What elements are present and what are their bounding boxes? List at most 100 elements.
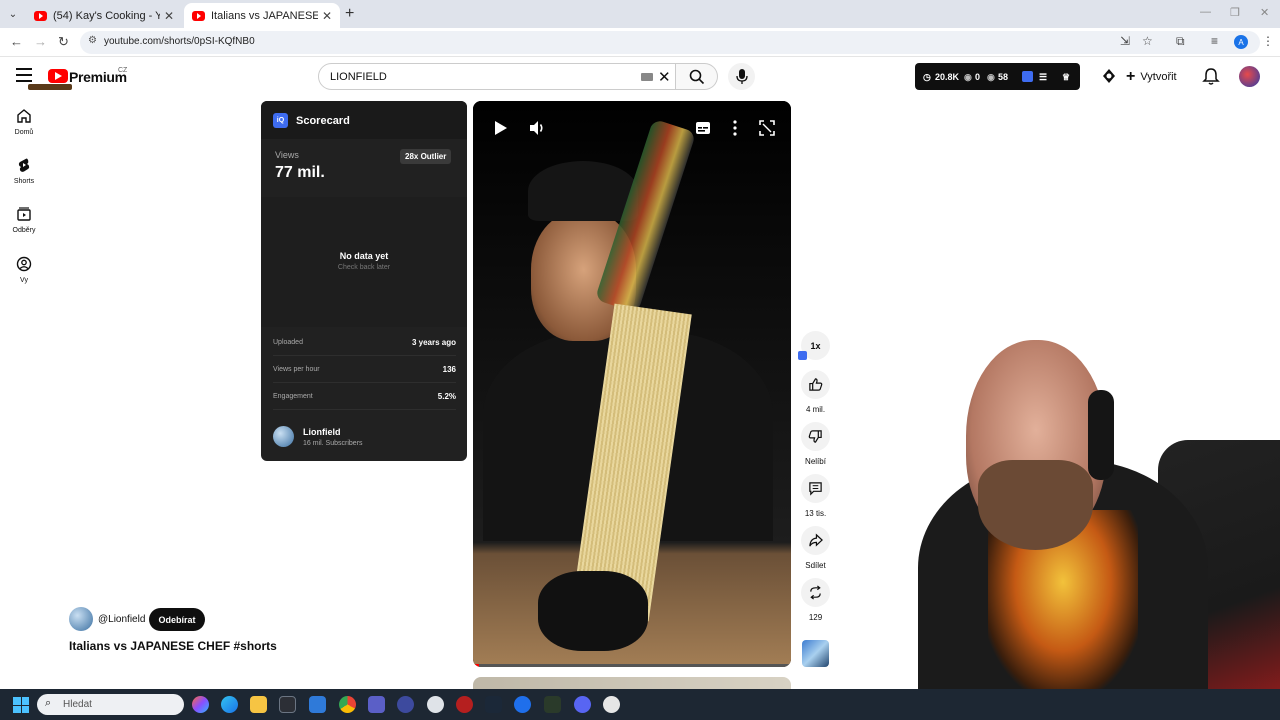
plus-icon: +: [1126, 67, 1136, 85]
youtube-favicon-icon: [34, 10, 47, 21]
browser-menu-icon[interactable]: ⋮: [1262, 34, 1274, 48]
create-button[interactable]: + Vytvořit: [1126, 66, 1177, 87]
voice-search-button[interactable]: [728, 63, 755, 90]
youtube-logo-icon[interactable]: [48, 69, 68, 83]
reload-icon[interactable]: ↻: [58, 34, 69, 50]
remix-button[interactable]: [801, 578, 830, 607]
app-icon[interactable]: [514, 696, 531, 713]
teams-icon[interactable]: [368, 696, 385, 713]
store-icon[interactable]: [279, 696, 296, 713]
subscribe-button[interactable]: Odebírat: [149, 608, 205, 631]
tab-search-icon[interactable]: ⌄: [4, 5, 22, 23]
home-icon: [17, 109, 31, 123]
obs-icon[interactable]: [603, 696, 620, 713]
channel-avatar[interactable]: [69, 607, 93, 631]
taskbar-search-field[interactable]: ⌕ Hledat: [37, 694, 184, 715]
webcam-detail: [1088, 390, 1114, 480]
search-input[interactable]: LIONFIELD ✕: [318, 63, 676, 90]
maximize-icon[interactable]: ❐: [1230, 6, 1240, 19]
tab-close-icon[interactable]: ✕: [322, 9, 332, 23]
volume-icon[interactable]: [528, 119, 546, 137]
site-info-icon[interactable]: ⚙: [88, 35, 97, 46]
scorecard-header: iQ Scorecard: [261, 101, 467, 139]
browser-tab-strip: ⌄ (54) Kay's Cooking - YouTube ✕ Italian…: [0, 0, 1280, 28]
app-icon[interactable]: [397, 696, 414, 713]
windows-start-icon[interactable]: [13, 697, 29, 713]
channel-avatar[interactable]: [273, 426, 294, 447]
captions-icon[interactable]: [694, 119, 712, 137]
clear-search-icon[interactable]: ✕: [658, 68, 671, 86]
like-button[interactable]: [801, 370, 830, 399]
extensions-icon[interactable]: ⧉: [1176, 34, 1185, 49]
new-tab-icon[interactable]: +: [345, 5, 354, 23]
remix-icon: [810, 585, 821, 600]
outlier-badge: 28x Outlier: [400, 149, 452, 164]
extension-puzzle-icon[interactable]: [1099, 66, 1119, 86]
nav-shorts[interactable]: Shorts: [6, 157, 42, 185]
install-app-icon[interactable]: ⇲: [1120, 34, 1130, 48]
video-frame-detail: [528, 161, 638, 221]
channel-name[interactable]: Lionfield: [303, 427, 341, 437]
nav-subscriptions[interactable]: Odběry: [6, 206, 42, 234]
url-field[interactable]: ⚙ youtube.com/shorts/0pSI-KQfNB0: [80, 31, 1260, 54]
next-short-preview[interactable]: [473, 677, 791, 689]
short-title: Italians vs JAPANESE CHEF #shorts: [69, 639, 277, 653]
hamburger-menu-icon[interactable]: [16, 68, 32, 82]
keyboard-icon[interactable]: [641, 73, 653, 81]
views-label: Views: [275, 150, 299, 160]
nav-label: Domů: [14, 129, 34, 136]
minimize-icon[interactable]: —: [1200, 6, 1211, 18]
extension-stats-widget[interactable]: ◷ 20.8K ◉ 0 ◉ 58 ☰ ♕: [915, 63, 1080, 90]
browser-profile-avatar[interactable]: A: [1234, 35, 1248, 49]
tab-close-icon[interactable]: ✕: [164, 9, 174, 23]
file-explorer-icon[interactable]: [250, 696, 267, 713]
mail-icon[interactable]: [309, 696, 326, 713]
comments-button[interactable]: [801, 474, 830, 503]
channel-subscribers: 16 mil. Subscribers: [303, 440, 363, 447]
media-controls-icon[interactable]: ≡: [1211, 34, 1218, 48]
stat-row-uploaded: Uploaded 3 years ago: [273, 330, 456, 356]
short-video-player[interactable]: [473, 101, 791, 667]
views-chart-area: [261, 197, 467, 327]
app-icon[interactable]: [456, 696, 473, 713]
stat-row-engagement: Engagement 5.2%: [273, 384, 456, 410]
user-avatar[interactable]: [1239, 66, 1260, 87]
stat-label: Engagement: [273, 393, 313, 400]
chrome-icon[interactable]: [339, 696, 356, 713]
copilot-icon[interactable]: [192, 696, 209, 713]
channel-handle[interactable]: @Lionfield: [98, 614, 145, 625]
bookmark-star-icon[interactable]: ☆: [1142, 34, 1153, 48]
wordpress-icon[interactable]: [427, 696, 444, 713]
speed-label: 1x: [810, 340, 821, 351]
stat-label: Uploaded: [273, 339, 303, 346]
stat-row-views-per-hour: Views per hour 136: [273, 357, 456, 383]
url-text: youtube.com/shorts/0pSI-KQfNB0: [104, 36, 255, 47]
back-icon[interactable]: ←: [10, 34, 23, 49]
share-button[interactable]: [801, 526, 830, 555]
more-options-icon[interactable]: [726, 119, 744, 137]
nav-you[interactable]: Vy: [6, 256, 42, 284]
window-close-icon[interactable]: ✕: [1260, 6, 1269, 19]
edge-icon[interactable]: [221, 696, 238, 713]
dislike-button[interactable]: [801, 422, 830, 451]
nav-home[interactable]: Domů: [6, 108, 42, 136]
taskbar-search-placeholder: Hledat: [63, 699, 92, 710]
nvidia-icon[interactable]: [544, 696, 561, 713]
browser-tab-inactive[interactable]: (54) Kay's Cooking - YouTube ✕: [26, 3, 182, 28]
discord-icon[interactable]: [574, 696, 591, 713]
share-label: Sdílet: [805, 561, 826, 570]
streamer-webcam-overlay: [878, 320, 1280, 689]
play-icon[interactable]: [491, 119, 509, 137]
audio-source-thumbnail[interactable]: [802, 640, 829, 667]
nav-label: Odběry: [12, 227, 36, 234]
search-button[interactable]: [676, 63, 718, 90]
steam-icon[interactable]: [485, 696, 502, 713]
fullscreen-icon[interactable]: [758, 119, 776, 137]
stat-2: 0: [975, 72, 981, 82]
browser-tab-active[interactable]: Italians vs JAPANESE CHEF #sho ✕: [184, 3, 340, 28]
video-progress-bar[interactable]: [473, 664, 791, 667]
forward-icon[interactable]: →: [34, 34, 47, 49]
notifications-bell-icon[interactable]: [1201, 66, 1221, 86]
nav-label: Vy: [20, 277, 28, 284]
share-icon: [809, 533, 823, 547]
